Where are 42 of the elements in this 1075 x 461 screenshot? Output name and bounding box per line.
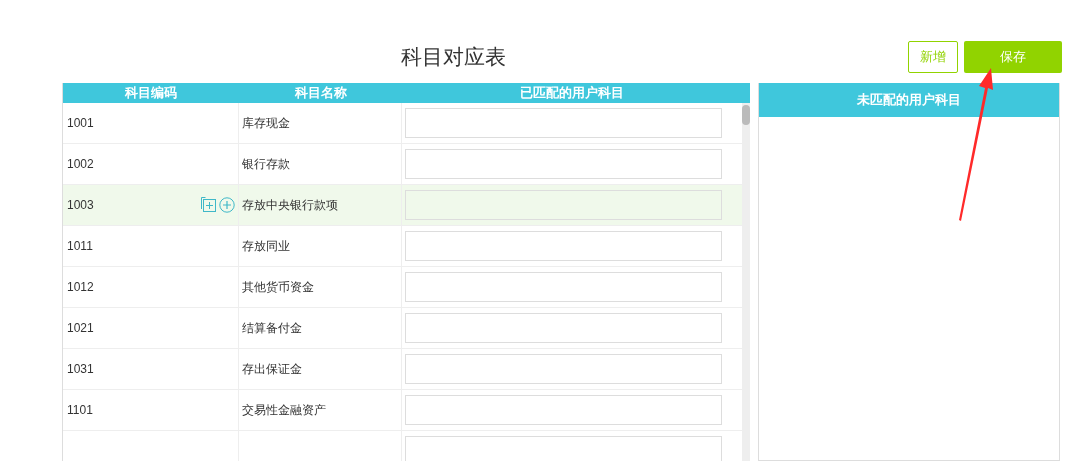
table-cell-text: 存放同业 <box>242 237 290 255</box>
column-header: 科目名称 <box>294 84 347 102</box>
table-cell-text: 结算备付金 <box>242 319 302 337</box>
table-row[interactable]: 1031 存出保证金 <box>63 348 742 390</box>
table-row[interactable]: 1021 结算备付金 <box>63 307 742 349</box>
input-field[interactable] <box>405 271 722 302</box>
table-cell-text: 1012 <box>67 278 95 296</box>
scrollbar[interactable] <box>742 102 750 461</box>
input-field[interactable] <box>405 230 722 261</box>
table-cell-text: 1101 <box>67 401 94 419</box>
table-row[interactable]: 1001 库存现金 <box>63 102 742 144</box>
table-cell-text: 1021 <box>67 319 95 337</box>
input-field[interactable] <box>405 107 722 138</box>
column-header: 已匹配的用户科目 <box>520 84 624 102</box>
table-row[interactable]: 1002 银行存款 <box>63 143 742 185</box>
table-cell-text: 交易性金融资产 <box>242 401 326 419</box>
table-row[interactable]: 1003 存放中央银行款项 <box>63 184 742 226</box>
add-icon[interactable] <box>219 196 235 213</box>
input-field[interactable] <box>405 312 722 343</box>
page-title: 科目对应表 <box>401 43 506 70</box>
table-cell-text: 1003 <box>67 196 95 214</box>
table-cell-text: 1031 <box>67 360 95 378</box>
table-cell-text: 1001 <box>67 114 95 132</box>
input-field[interactable] <box>405 435 722 461</box>
table-row[interactable]: 1101 交易性金融资产 <box>63 389 742 431</box>
table-cell-text: 存放中央银行款项 <box>242 196 338 214</box>
table-cell-text: 其他货币资金 <box>242 278 314 296</box>
table-row[interactable]: 1012 其他货币资金 <box>63 266 742 308</box>
input-field[interactable] <box>405 394 722 425</box>
scrollbar-thumb[interactable] <box>742 104 750 125</box>
table-cell-text: 银行存款 <box>242 155 290 173</box>
add-child-icon[interactable] <box>201 196 217 213</box>
table-cell-text: 库存现金 <box>242 114 290 132</box>
table-cell-text: 1011 <box>67 237 94 255</box>
table-cell-text: 1002 <box>67 155 95 173</box>
table-cell-text: 存出保证金 <box>242 360 302 378</box>
input-field[interactable] <box>405 353 722 384</box>
input-field[interactable] <box>405 148 722 179</box>
input-field[interactable] <box>405 189 722 220</box>
table-row[interactable]: 1011 存放同业 <box>63 225 742 267</box>
column-header: 科目编码 <box>125 84 177 102</box>
panel-header: 未匹配的用户科目 <box>759 83 1059 117</box>
